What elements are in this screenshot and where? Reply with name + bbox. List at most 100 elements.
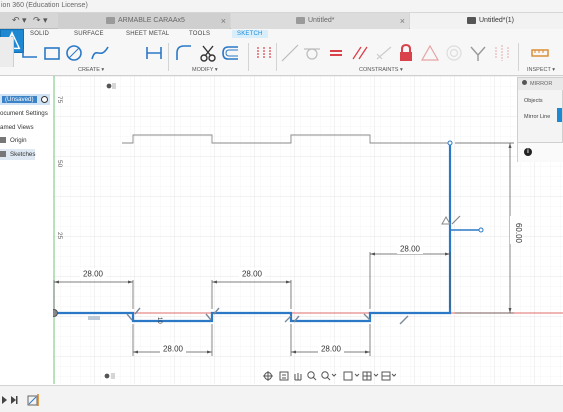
- tab-untitled[interactable]: Untitled* ×: [231, 13, 409, 29]
- dimension-label[interactable]: 28.00: [163, 345, 184, 354]
- mirror-line-selector-button[interactable]: [557, 108, 562, 122]
- equal-constraint-icon[interactable]: [326, 43, 346, 63]
- collinear-constraint-icon[interactable]: [468, 43, 488, 63]
- fit-zoom-icon[interactable]: [321, 371, 337, 381]
- mirror-dialog-title-bar[interactable]: MIRROR: [518, 78, 563, 90]
- activate-radio-icon[interactable]: [41, 95, 49, 103]
- browser-item-named-views[interactable]: amed Views: [0, 122, 34, 133]
- horizontal-vertical-constraint-icon[interactable]: [254, 43, 274, 63]
- tab-label: Untitled*: [308, 17, 335, 24]
- browser-item-label: amed Views: [0, 124, 34, 131]
- toolbar-separator: [168, 43, 169, 71]
- display-settings-icon[interactable]: [343, 371, 360, 381]
- tab-untitled-1-active[interactable]: Untitled*(1): [410, 13, 563, 29]
- sketch-canvas[interactable]: 75 50 25 28.00 28.00 28.00 28.00 28.00 6…: [0, 76, 563, 384]
- ruler-label: 75: [56, 96, 63, 104]
- inline-dimension-label[interactable]: 10: [156, 317, 162, 324]
- browser-item-label: ocument Settings: [0, 110, 48, 117]
- browser-item-document-settings[interactable]: ocument Settings: [0, 108, 48, 119]
- line-endpoint[interactable]: [478, 227, 484, 233]
- ruler-label: 50: [56, 160, 63, 168]
- orbit-icon[interactable]: [263, 371, 273, 381]
- fillet-tool-icon[interactable]: [174, 43, 194, 63]
- close-tab-icon[interactable]: ×: [221, 13, 226, 29]
- zoom-icon[interactable]: [307, 371, 317, 381]
- toolbar-separator: [276, 43, 277, 71]
- folder-icon: [0, 137, 6, 144]
- sketch-feature-icon[interactable]: [27, 395, 38, 406]
- tab-armable-caraax5[interactable]: ARMABLE CARAAx5 ×: [58, 13, 230, 29]
- mirror-line-label: Mirror Line: [524, 114, 551, 120]
- browser-header: [0, 79, 116, 91]
- browser-item-label: Sketches: [10, 151, 36, 158]
- timeline-bar: [0, 385, 563, 412]
- perpendicular-constraint-icon[interactable]: [374, 43, 394, 63]
- go-to-end-icon[interactable]: [11, 396, 18, 404]
- dimension-label[interactable]: 28.00: [321, 345, 342, 354]
- tab-sheet-metal[interactable]: SHEET METAL: [126, 31, 169, 37]
- document-icon: [467, 16, 476, 24]
- info-icon[interactable]: i: [524, 148, 532, 156]
- dimension-label[interactable]: 28.00: [83, 270, 104, 279]
- inspect-menu[interactable]: INSPECT ▾: [527, 67, 555, 73]
- midpoint-constraint-icon[interactable]: [420, 43, 440, 63]
- concentric-constraint-icon[interactable]: [444, 43, 464, 63]
- tab-solid[interactable]: SOLID: [30, 31, 49, 37]
- toolbar-separator: [518, 43, 519, 71]
- create-menu[interactable]: CREATE ▾: [78, 67, 104, 73]
- comments-pin-icon[interactable]: [103, 372, 117, 380]
- modify-menu[interactable]: MODIFY ▾: [192, 67, 218, 73]
- ruler-label: 25: [56, 232, 63, 240]
- tangent-constraint-icon[interactable]: [302, 43, 322, 63]
- browser-item-sketches[interactable]: Sketches: [0, 149, 36, 160]
- play-forward-icon[interactable]: [2, 396, 7, 404]
- trim-scissors-icon[interactable]: [198, 43, 218, 63]
- panel-pin-icon[interactable]: [106, 82, 116, 90]
- rectangle-tool-icon[interactable]: [42, 43, 62, 63]
- dimension-label[interactable]: 28.00: [242, 270, 263, 279]
- document-icon: [296, 16, 305, 24]
- objects-label: Objects: [524, 98, 543, 104]
- circle-tool-icon[interactable]: [64, 43, 84, 63]
- constraints-menu[interactable]: CONSTRAINTS ▾: [359, 67, 403, 73]
- tab-sketch[interactable]: SKETCH: [232, 30, 268, 38]
- browser-item-origin[interactable]: Origin: [0, 135, 27, 146]
- horizontal-constraint-icon[interactable]: [88, 316, 100, 320]
- ribbon-toolbar: SOLID SURFACE SHEET METAL TOOLS SKETCH C…: [0, 29, 563, 76]
- parallel-constraint-icon[interactable]: [350, 43, 370, 63]
- browser-item-label: Origin: [10, 137, 27, 144]
- vertical-dimension-label[interactable]: 60.00: [514, 223, 523, 244]
- window-title-bar: ion 360 (Education License): [0, 0, 563, 12]
- measure-tool-icon[interactable]: [530, 43, 550, 63]
- pan-hand-icon[interactable]: [294, 373, 302, 381]
- dimension-label[interactable]: 28.00: [400, 245, 421, 254]
- line-endpoint[interactable]: [447, 140, 453, 146]
- slot-tool-icon[interactable]: [144, 43, 164, 63]
- coincident-constraint-icon[interactable]: [280, 43, 300, 63]
- spline-tool-icon[interactable]: [90, 43, 110, 63]
- workspace-switcher-button[interactable]: [0, 37, 14, 67]
- dialog-info-footer: i: [518, 142, 563, 162]
- offset-tool-icon[interactable]: [220, 43, 240, 63]
- tab-surface[interactable]: SURFACE: [74, 31, 104, 37]
- navigation-bar: [263, 371, 396, 381]
- folder-icon: [0, 151, 6, 158]
- line-tool-icon[interactable]: [20, 43, 40, 63]
- lock-icon[interactable]: [396, 43, 416, 63]
- dialog-pin-icon[interactable]: [522, 80, 527, 85]
- mirror-dialog: MIRROR Objects Mirror Line i: [517, 77, 563, 162]
- look-at-icon[interactable]: [279, 371, 289, 381]
- document-tab-bar: ↶ ▾ ↷ ▾ ARMABLE CARAAx5 × Untitled* × Un…: [0, 12, 563, 29]
- grid-settings-icon[interactable]: [362, 371, 379, 381]
- close-tab-icon[interactable]: ×: [400, 13, 405, 29]
- document-icon: [106, 16, 115, 24]
- browser-root-unsaved[interactable]: (Unsaved): [0, 94, 51, 105]
- mirror-dialog-title: MIRROR: [530, 81, 553, 87]
- symmetry-constraint-icon[interactable]: [492, 43, 512, 63]
- undo-button[interactable]: ↶ ▾: [12, 15, 27, 25]
- root-label: (Unsaved): [2, 96, 37, 103]
- tab-label: ARMABLE CARAAx5: [118, 17, 185, 24]
- viewports-icon[interactable]: [381, 371, 396, 381]
- tab-tools[interactable]: TOOLS: [189, 31, 210, 37]
- redo-button[interactable]: ↷ ▾: [33, 15, 48, 25]
